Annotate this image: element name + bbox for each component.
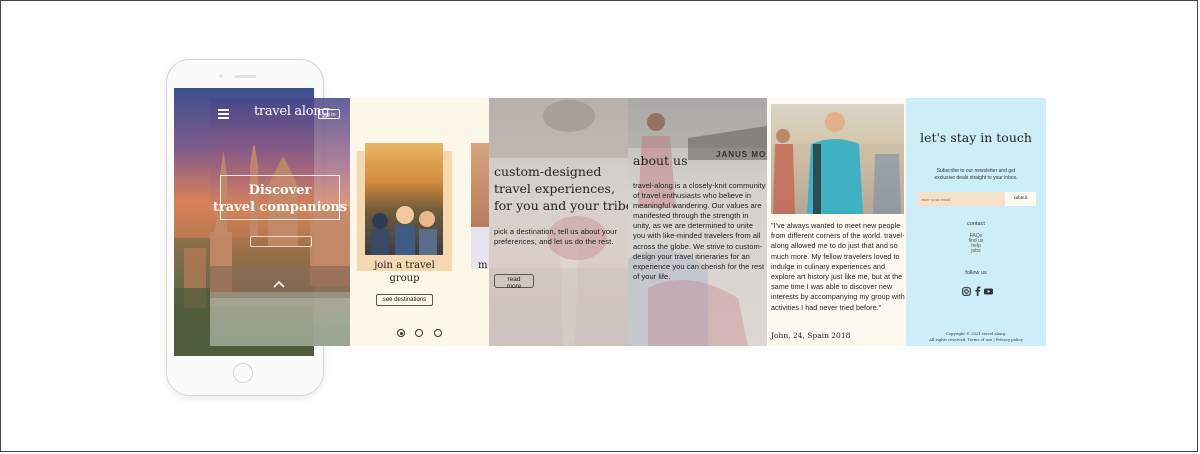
chevron-up-icon[interactable] [272, 280, 286, 289]
testimonial-panel: "I've always wanted to meet new people f… [767, 98, 906, 346]
newsletter-subtitle: Subscribe to our newsletter and get excl… [934, 168, 1018, 181]
contact-title: let's stay in touch [920, 130, 1032, 145]
card1-label-line1: join a travel [374, 260, 435, 271]
custom-panel: custom-designed travel experiences, for … [489, 98, 628, 346]
headline-line2: travel companions [212, 200, 348, 215]
link-jobs[interactable]: jobs [906, 248, 1046, 254]
follow-heading: follow us [965, 270, 987, 276]
carousel-dot-3[interactable] [434, 329, 442, 337]
read-more-button[interactable]: read more [494, 274, 534, 291]
instagram-icon[interactable] [962, 287, 971, 296]
traveler-photo-illustration [771, 112, 904, 214]
carousel-dot-2[interactable] [415, 329, 423, 337]
custom-body: pick a destination, tell us about your p… [494, 227, 618, 246]
phone-speaker [234, 75, 256, 78]
youtube-icon[interactable] [984, 287, 993, 296]
email-input[interactable] [917, 192, 1005, 206]
custom-title-line1: custom-designed [494, 164, 602, 179]
hero-cta-button[interactable] [250, 236, 312, 247]
custom-title-line3: for you and your tribe [494, 198, 628, 213]
testimonial-quote: "I've always wanted to meet new people f… [771, 221, 905, 312]
hero-footer-overlay [210, 292, 350, 346]
card2-label: m [478, 260, 488, 271]
phone-home-button [233, 363, 253, 383]
submit-button[interactable]: submit [1005, 192, 1036, 206]
testimonial-author: John, 24, Spain 2018 [771, 331, 851, 340]
card1-label-line2: group [389, 273, 420, 284]
about-body: travel-along is a closely-knit community… [633, 181, 766, 281]
headline-line1: Discover [248, 183, 312, 198]
janus-sign: JANUS MO [716, 150, 767, 159]
card2-image [471, 143, 489, 227]
copyright-line1: Copyright © 2021 travel.along. [945, 331, 1007, 336]
carousel-panel: join a travel group m see destinations [350, 98, 489, 346]
contact-heading: contact [967, 221, 985, 227]
custom-title-line2: travel experiences, [494, 181, 615, 196]
copyright-line2: All rights reserved. Terms of use | Priv… [929, 337, 1023, 342]
card1-image [365, 143, 443, 255]
phone-camera [219, 74, 223, 78]
wine-pour-illustration [489, 98, 628, 346]
contact-panel: let's stay in touch Subscribe to our new… [906, 98, 1046, 346]
read-more-line1: read [507, 276, 521, 283]
testimonial-photo [771, 104, 904, 214]
read-more-line2: more [506, 283, 522, 291]
about-panel: JANUS MO about us travel-along is a clos… [628, 98, 767, 346]
carousel-dot-1-fill [399, 331, 403, 335]
group-photo-illustration [371, 206, 437, 255]
login-button[interactable]: log in [318, 109, 340, 119]
see-destinations-button[interactable]: see destinations [376, 294, 433, 306]
about-title: about us [633, 153, 688, 168]
facebook-icon[interactable] [974, 286, 981, 296]
menu-icon[interactable] [218, 109, 229, 119]
